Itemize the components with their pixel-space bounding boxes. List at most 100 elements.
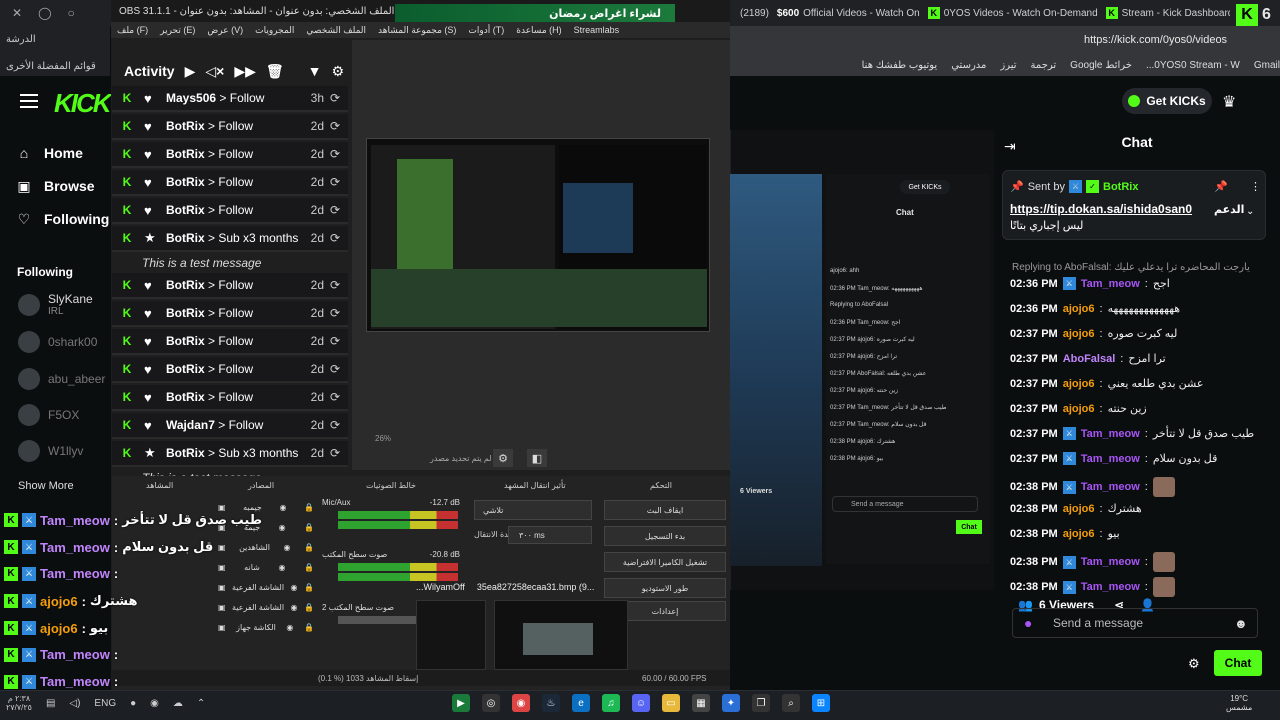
browser-tab[interactable]: $600 Official Videos - Watch On bbox=[777, 8, 920, 19]
bookmark-label[interactable]: الدرشة bbox=[6, 34, 104, 45]
chrome-app-icon[interactable]: ◉ bbox=[512, 694, 530, 712]
lock-icon[interactable]: 🔒 bbox=[304, 503, 314, 512]
lock-icon[interactable]: 🔒 bbox=[304, 623, 314, 632]
activity-row[interactable]: K ♥ BotRix > Follow 2d ⟳ bbox=[112, 114, 348, 140]
replay-icon[interactable]: ⟳ bbox=[330, 362, 342, 376]
chat-message[interactable]: 02:37 PM ajojo6: عشن بدي طلعه يعني bbox=[1010, 377, 1203, 391]
replay-icon[interactable]: ⟳ bbox=[330, 334, 342, 348]
duration-input[interactable]: ٣٠٠ ms bbox=[508, 526, 592, 544]
bookmark-item[interactable]: 0YOS0 Stream - W... bbox=[1146, 60, 1240, 71]
menu-item[interactable]: تحرير (E) bbox=[160, 25, 195, 36]
play-icon[interactable]: ▶ bbox=[185, 63, 196, 80]
emoji-icon[interactable]: ☻ bbox=[1234, 616, 1248, 631]
chat-message[interactable]: 02:38 PM ajojo6: بيو bbox=[1010, 527, 1120, 541]
mic-tray-icon[interactable]: ● bbox=[130, 698, 136, 709]
replay-icon[interactable]: ⟳ bbox=[330, 231, 342, 245]
chevron-down-icon[interactable]: ⌄ bbox=[1246, 206, 1254, 217]
replay-icon[interactable]: ⟳ bbox=[330, 306, 342, 320]
chat-message[interactable]: 02:38 PM ⚔ Tam_meow: bbox=[1010, 552, 1175, 572]
menu-item[interactable]: الملف الشخصي bbox=[306, 25, 366, 36]
browser-tab[interactable]: (2189) bbox=[740, 8, 769, 19]
trash-icon[interactable]: 🗑 bbox=[266, 63, 284, 80]
chat-send-button[interactable]: Chat bbox=[1214, 650, 1262, 676]
pinned-link[interactable]: https://tip.dokan.sa/ishida0san0 bbox=[1010, 202, 1192, 216]
activity-row[interactable]: K ★ BotRix > Sub x3 months 2d ⟳ bbox=[112, 226, 348, 252]
menu-item[interactable]: المجرويات bbox=[255, 25, 294, 36]
kick-logo[interactable]: KICK bbox=[54, 88, 112, 118]
activity-row[interactable]: K ♥ BotRix > Follow 2d ⟳ bbox=[112, 301, 348, 327]
chat-message[interactable]: 02:38 PM ⚔ Tam_meow: bbox=[1010, 477, 1175, 497]
window-thumbnail[interactable] bbox=[494, 600, 628, 670]
chat-message[interactable]: 02:36 PM ⚔ Tam_meow: اجح bbox=[1010, 277, 1170, 290]
replay-icon[interactable]: ⟳ bbox=[330, 91, 342, 105]
source-item[interactable]: ▣ الكاشة جهاز ◉ 🔒 bbox=[218, 618, 314, 636]
followed-channel[interactable]: SlyKane IRL bbox=[18, 292, 93, 317]
trophy-icon[interactable]: ♛ bbox=[1222, 92, 1236, 112]
hamburger-menu-icon[interactable] bbox=[20, 94, 38, 108]
bookmark-label[interactable]: قوائم المفضلة الأخرى bbox=[6, 61, 104, 72]
volume-icon[interactable]: ◁) bbox=[69, 698, 80, 709]
show-more-link[interactable]: Show More bbox=[18, 480, 74, 492]
virtual-camera-button[interactable]: تشغيل الكاميرا الافتراضية bbox=[604, 552, 726, 572]
followed-channel[interactable]: F5OX bbox=[18, 404, 79, 426]
transition-select[interactable]: تلاشي bbox=[474, 500, 592, 520]
source-item[interactable]: ▣ شانه ◉ 🔒 bbox=[218, 558, 314, 576]
eye-icon[interactable]: ◉ bbox=[279, 503, 286, 512]
microphone-icon[interactable]: ● bbox=[1024, 615, 1036, 631]
menu-item[interactable]: مساعدة (H) bbox=[516, 25, 561, 36]
activity-row[interactable]: K ♥ BotRix > Follow 2d ⟳ bbox=[112, 170, 348, 196]
menu-item[interactable]: مجموعة المشاهد (S) bbox=[378, 25, 456, 36]
bookmark-item[interactable]: خرائط Google bbox=[1070, 60, 1132, 71]
obs-preview-canvas[interactable] bbox=[366, 138, 710, 332]
replay-icon[interactable]: ⟳ bbox=[330, 147, 342, 161]
eye-icon[interactable]: ◉ bbox=[284, 543, 291, 552]
chat-message[interactable]: 02:38 PM ⚔ Tam_meow: bbox=[1010, 577, 1175, 597]
window-thumbnail[interactable] bbox=[416, 600, 486, 670]
replay-icon[interactable]: ⟳ bbox=[330, 119, 342, 133]
source-item[interactable]: ▣ الشاشة الفرعية ◉ 🔒 bbox=[218, 598, 314, 616]
discord-app-icon[interactable]: ☺ bbox=[632, 694, 650, 712]
gear-icon[interactable]: ⚙ bbox=[332, 63, 345, 80]
zoom-level[interactable]: 26% bbox=[375, 434, 391, 443]
activity-row[interactable]: K ♥ Wajdan7 > Follow 2d ⟳ bbox=[112, 413, 348, 439]
replay-icon[interactable]: ⟳ bbox=[330, 418, 342, 432]
nav-browse[interactable]: ▣ Browse bbox=[16, 178, 94, 195]
chat-message[interactable]: 02:37 PM ⚔ Tam_meow: طيب صدق قل لا تتأخر bbox=[1010, 427, 1254, 440]
edge-app-icon[interactable]: e bbox=[572, 694, 590, 712]
more-options-icon[interactable]: ⋮ bbox=[1250, 180, 1261, 193]
eye-icon[interactable]: ◉ bbox=[279, 523, 286, 532]
notification-icon[interactable]: ▤ bbox=[46, 698, 55, 709]
clock[interactable]: ٢:٣٨ م ٢٧/٧/٢٥ bbox=[6, 694, 32, 712]
activity-row[interactable]: K ♥ BotRix > Follow 2d ⟳ bbox=[112, 273, 348, 299]
nav-following[interactable]: ♡ Following bbox=[16, 211, 110, 228]
lock-icon[interactable]: 🔒 bbox=[304, 563, 314, 572]
gear-icon[interactable]: ⚙ bbox=[493, 449, 513, 467]
source-item[interactable]: ▣ الشاهدين ◉ 🔒 bbox=[218, 538, 314, 556]
task-view-icon[interactable]: ❐ bbox=[752, 694, 770, 712]
activity-row[interactable]: K ★ BotRix > Sub x3 months 2d ⟳ bbox=[112, 441, 348, 467]
skip-icon[interactable]: ▶▶ bbox=[234, 63, 256, 80]
menu-item[interactable]: ملف (F) bbox=[117, 25, 148, 36]
cloud-icon[interactable]: ☁ bbox=[173, 698, 183, 709]
chat-message[interactable]: 02:37 PM AboFalsal: ترا امزح bbox=[1010, 352, 1166, 366]
language-indicator[interactable]: ENG bbox=[94, 698, 116, 709]
explorer-app-icon[interactable]: ▭ bbox=[662, 694, 680, 712]
store-app-icon[interactable]: ▦ bbox=[692, 694, 710, 712]
activity-row[interactable]: K ♥ Mays506 > Follow 3h ⟳ bbox=[112, 86, 348, 112]
lock-icon[interactable]: 🔒 bbox=[304, 603, 314, 612]
start-recording-button[interactable]: بدء التسجيل bbox=[604, 526, 726, 546]
circle-outline-icon[interactable]: ○ bbox=[68, 6, 75, 20]
replay-icon[interactable]: ⟳ bbox=[330, 278, 342, 292]
activity-row[interactable]: K ♥ BotRix > Follow 2d ⟳ bbox=[112, 357, 348, 383]
chat-settings-icon[interactable]: ⚙ bbox=[1188, 656, 1200, 672]
copilot-app-icon[interactable]: ✦ bbox=[722, 694, 740, 712]
lock-icon[interactable]: 🔒 bbox=[304, 583, 314, 592]
address-url[interactable]: https://kick.com/0yos0/videos bbox=[1084, 34, 1227, 46]
chat-input[interactable]: Send a message bbox=[1012, 608, 1258, 638]
replay-icon[interactable]: ⟳ bbox=[330, 175, 342, 189]
mute-icon[interactable]: ◁× bbox=[205, 63, 224, 80]
steam-app-icon[interactable]: ♨ bbox=[542, 694, 560, 712]
close-icon[interactable]: ✕ bbox=[12, 6, 22, 20]
network-icon[interactable]: ◉ bbox=[150, 698, 159, 709]
unpin-icon[interactable]: 📌 bbox=[1214, 180, 1228, 193]
